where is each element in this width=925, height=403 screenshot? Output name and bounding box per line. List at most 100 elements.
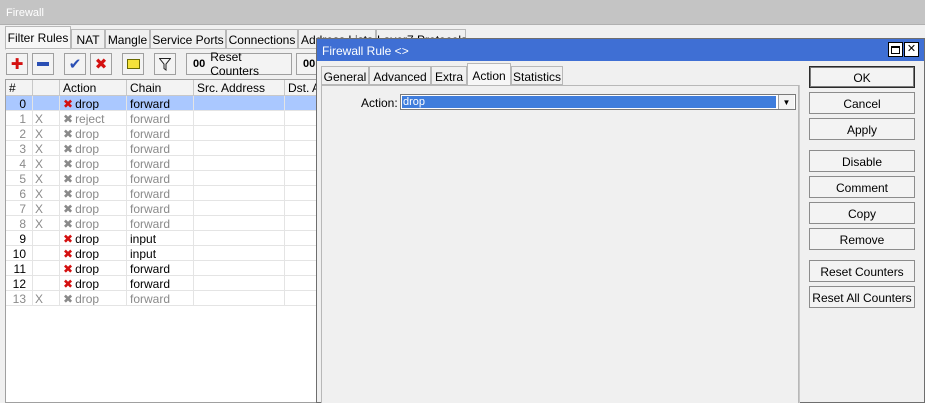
rule-number: 5 xyxy=(6,171,33,186)
table-row[interactable]: 0 ✖ drop forward xyxy=(6,96,320,111)
rule-number: 6 xyxy=(6,186,33,201)
rule-src-address xyxy=(194,216,285,231)
drop-icon: ✖ xyxy=(63,187,74,201)
rule-number: 10 xyxy=(6,246,33,261)
tab-mangle[interactable]: Mangle xyxy=(105,29,150,49)
rule-flag: X xyxy=(33,291,60,306)
reset-counters-button[interactable]: 00 Reset Counters xyxy=(186,50,292,78)
rule-action: ✖ reject xyxy=(60,111,127,126)
column-header-action[interactable]: Action xyxy=(60,80,127,96)
rule-src-address xyxy=(194,276,285,291)
rule-flag: X xyxy=(33,171,60,186)
restore-icon xyxy=(891,45,900,54)
dialog-tab-general[interactable]: General xyxy=(321,66,369,85)
table-row[interactable]: 8 X ✖ drop forward xyxy=(6,216,320,231)
table-row[interactable]: 3 X ✖ drop forward xyxy=(6,141,320,156)
ok-button[interactable]: OK xyxy=(809,66,915,88)
rule-dst-address xyxy=(285,141,320,156)
x-icon: ✖ xyxy=(94,55,108,73)
rule-number: 11 xyxy=(6,261,33,276)
rule-number: 4 xyxy=(6,156,33,171)
table-row[interactable]: 12 ✖ drop forward xyxy=(6,276,320,291)
column-header-dst-address[interactable]: Dst. Ad xyxy=(285,80,320,96)
filter-button[interactable] xyxy=(154,53,176,75)
rule-action: ✖ drop xyxy=(60,171,127,186)
table-row[interactable]: 4 X ✖ drop forward xyxy=(6,156,320,171)
check-icon: ✔ xyxy=(68,55,82,73)
cancel-button[interactable]: Cancel xyxy=(809,92,915,114)
table-row[interactable]: 2 X ✖ drop forward xyxy=(6,126,320,141)
rule-action: ✖ drop xyxy=(60,156,127,171)
column-header-flags[interactable] xyxy=(33,80,60,96)
rule-dst-address xyxy=(285,126,320,141)
table-row[interactable]: 1 X ✖ reject forward xyxy=(6,111,320,126)
action-select[interactable]: drop ▼ xyxy=(400,94,796,110)
drop-icon: ✖ xyxy=(63,247,74,261)
rule-src-address xyxy=(194,261,285,276)
comment-button[interactable] xyxy=(122,53,144,75)
rule-dst-address xyxy=(285,261,320,276)
table-row[interactable]: 13 X ✖ drop forward xyxy=(6,291,320,306)
table-row[interactable]: 10 ✖ drop input xyxy=(6,246,320,261)
column-header-chain[interactable]: Chain xyxy=(127,80,194,96)
comment-rule-button[interactable]: Comment xyxy=(809,176,915,198)
drop-icon: ✖ xyxy=(63,97,74,111)
rule-chain: forward xyxy=(127,201,194,216)
disable-rule-button[interactable]: Disable xyxy=(809,150,915,172)
rule-src-address xyxy=(194,291,285,306)
rule-chain: forward xyxy=(127,171,194,186)
rule-chain: forward xyxy=(127,111,194,126)
rule-dst-address xyxy=(285,276,320,291)
table-row[interactable]: 7 X ✖ drop forward xyxy=(6,201,320,216)
tab-nat[interactable]: NAT xyxy=(71,29,105,49)
apply-button[interactable]: Apply xyxy=(809,118,915,140)
rule-src-address xyxy=(194,201,285,216)
rule-flag: X xyxy=(33,216,60,231)
table-row[interactable]: 6 X ✖ drop forward xyxy=(6,186,320,201)
drop-icon: ✖ xyxy=(63,112,74,126)
disable-button[interactable]: ✖ xyxy=(90,53,112,75)
table-row[interactable]: 5 X ✖ drop forward xyxy=(6,171,320,186)
action-label: Action: xyxy=(361,96,398,110)
rule-src-address xyxy=(194,186,285,201)
rule-src-address xyxy=(194,156,285,171)
reset-counters-dialog-button[interactable]: Reset Counters xyxy=(809,260,915,282)
rule-action-label: drop xyxy=(75,97,100,111)
rule-flag: X xyxy=(33,111,60,126)
add-button[interactable]: ✚ xyxy=(6,53,28,75)
tab-connections[interactable]: Connections xyxy=(226,29,298,49)
close-button[interactable]: ✕ xyxy=(904,42,919,57)
tab-service-ports[interactable]: Service Ports xyxy=(150,29,226,49)
rule-dst-address xyxy=(285,201,320,216)
column-header-src-address[interactable]: Src. Address xyxy=(194,80,285,96)
action-dropdown-button[interactable]: ▼ xyxy=(778,95,794,109)
table-row[interactable]: 11 ✖ drop forward xyxy=(6,261,320,276)
drop-icon: ✖ xyxy=(63,127,74,141)
dialog-tab-action[interactable]: Action xyxy=(467,63,511,86)
rule-number: 12 xyxy=(6,276,33,291)
enable-button[interactable]: ✔ xyxy=(64,53,86,75)
remove-button[interactable] xyxy=(32,53,54,75)
comment-icon xyxy=(126,59,140,69)
rule-flag: X xyxy=(33,186,60,201)
drop-icon: ✖ xyxy=(63,202,74,216)
restore-button[interactable] xyxy=(888,42,903,57)
rule-flag: X xyxy=(33,156,60,171)
rule-dst-address xyxy=(285,246,320,261)
rule-src-address xyxy=(194,111,285,126)
reset-all-counters-dialog-button[interactable]: Reset All Counters xyxy=(809,286,915,308)
rule-dst-address xyxy=(285,171,320,186)
remove-rule-button[interactable]: Remove xyxy=(809,228,915,250)
dialog-tab-statistics[interactable]: Statistics xyxy=(511,66,563,85)
table-row[interactable]: 9 ✖ drop input xyxy=(6,231,320,246)
tab-filter-rules[interactable]: Filter Rules xyxy=(5,26,71,50)
rule-action-label: drop xyxy=(75,157,100,171)
column-header-number[interactable]: # xyxy=(6,80,33,96)
dialog-tab-advanced[interactable]: Advanced xyxy=(369,66,431,85)
rule-dst-address xyxy=(285,231,320,246)
rule-action-label: drop xyxy=(75,172,100,186)
copy-button[interactable]: Copy xyxy=(809,202,915,224)
rule-chain: forward xyxy=(127,126,194,141)
dialog-tab-extra[interactable]: Extra xyxy=(431,66,467,85)
rule-number: 9 xyxy=(6,231,33,246)
